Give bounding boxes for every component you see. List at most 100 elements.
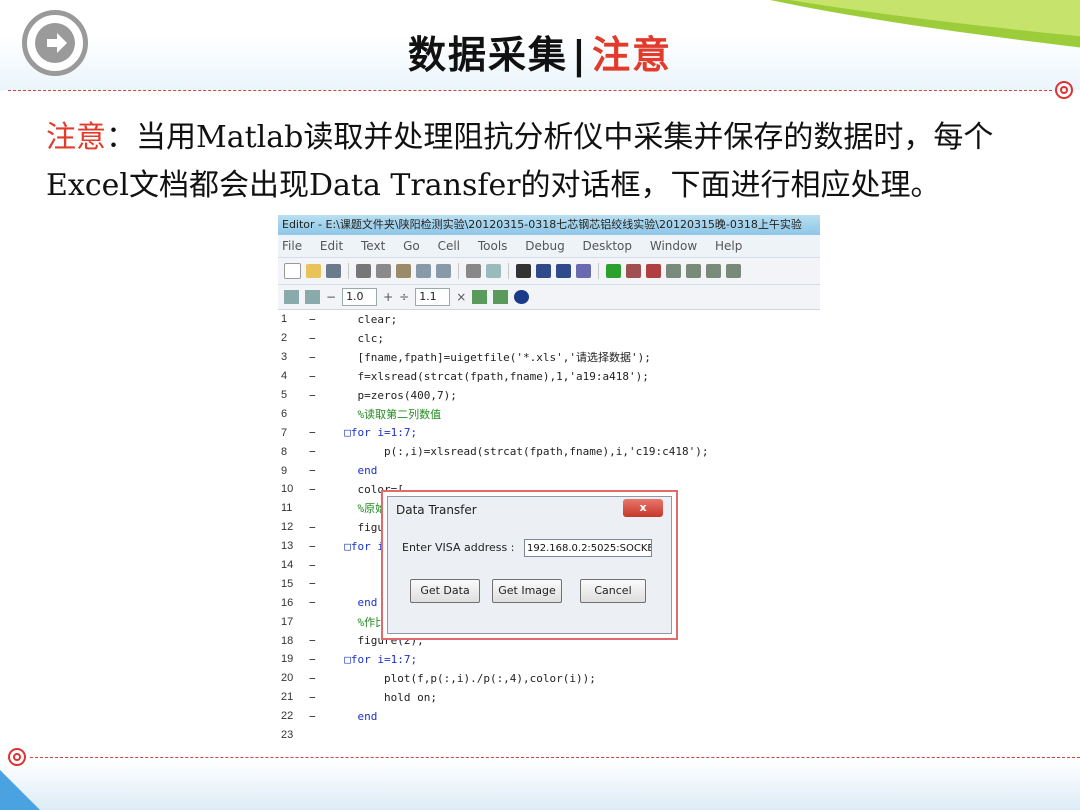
line-number: 13 xyxy=(281,540,294,553)
menu-edit[interactable]: Edit xyxy=(320,239,343,253)
code-line[interactable]: 7 − □for i=1:7; xyxy=(278,423,820,442)
code-line[interactable]: 5 − p=zeros(400,7); xyxy=(278,386,820,405)
get-image-button[interactable]: Get Image xyxy=(492,579,562,603)
toolbar-separator xyxy=(508,263,509,279)
code-line[interactable]: 4 − f=xlsread(strcat(fpath,fname),1,'a19:… xyxy=(278,367,820,386)
code-line[interactable]: 3 − [fname,fpath]=uigetfile('*.xls','请选择数… xyxy=(278,348,820,367)
uncomment-icon[interactable] xyxy=(493,290,509,304)
code-line[interactable]: 22 − end xyxy=(278,707,820,726)
line-marker: − xyxy=(309,520,316,534)
breakpoint-icon[interactable] xyxy=(626,264,641,278)
increment-button[interactable]: + xyxy=(383,290,393,304)
code-line[interactable]: 20 − plot(f,p(:,i)./p(:,4),color(i)); xyxy=(278,669,820,688)
data-transfer-dialog: Data Transfer x Enter VISA address : 192… xyxy=(381,490,678,640)
code-text: %读取第二列数值 xyxy=(331,407,442,421)
step-icon[interactable] xyxy=(666,264,681,278)
divide-button[interactable]: ÷ xyxy=(399,290,409,304)
slide-footer-background xyxy=(0,760,1080,810)
run-icon[interactable] xyxy=(606,264,621,278)
forward-arrow-icon[interactable] xyxy=(556,264,571,278)
continue-icon[interactable] xyxy=(726,264,741,278)
code-line[interactable]: 8 − p(:,i)=xlsread(strcat(fpath,fname),i,… xyxy=(278,442,820,461)
code-line[interactable]: 2 − clc; xyxy=(278,329,820,348)
menu-desktop[interactable]: Desktop xyxy=(583,239,633,253)
line-marker: − xyxy=(309,312,316,326)
dialog-title: Data Transfer xyxy=(396,503,477,517)
line-number: 5 xyxy=(281,389,288,401)
eval-cell-icon[interactable] xyxy=(305,290,320,304)
menu-debug[interactable]: Debug xyxy=(525,239,564,253)
line-number: 2 xyxy=(281,332,288,345)
visa-address-input[interactable]: 192.168.0.2:5025:SOCKET xyxy=(524,539,652,557)
line-number: 3 xyxy=(281,351,288,364)
dialog-close-button[interactable]: x xyxy=(623,499,663,517)
line-number: 20 xyxy=(281,672,294,685)
function-icon[interactable] xyxy=(576,264,591,278)
line-marker: − xyxy=(309,426,316,440)
menu-file[interactable]: File xyxy=(282,239,302,253)
code-text: end xyxy=(331,596,378,610)
code-text: clc; xyxy=(331,331,384,345)
toolbar-separator xyxy=(458,263,459,279)
open-folder-icon[interactable] xyxy=(306,264,321,278)
code-text: plot(f,p(:,i)./p(:,4),color(i)); xyxy=(331,671,596,685)
code-line[interactable]: 21 − hold on; xyxy=(278,688,820,707)
increment-value-field[interactable]: 1.0 xyxy=(342,288,378,306)
line-number: 7 xyxy=(281,426,288,439)
insert-cell-icon[interactable] xyxy=(284,290,299,304)
clear-breakpoints-icon[interactable] xyxy=(646,264,661,278)
cut-icon[interactable] xyxy=(356,264,371,278)
line-number: 23 xyxy=(281,729,294,740)
slide-body: 注意：当用Matlab读取并处理阻抗分析仪中采集并保存的数据时，每个Excel文… xyxy=(46,114,1046,210)
line-marker: − xyxy=(309,671,316,685)
code-line[interactable]: 1 − clear; xyxy=(278,310,820,329)
editor-title-bar: Editor - E:\课题文件夹\陕阳检测实验\20120315-0318七芯… xyxy=(278,215,820,235)
line-number: 19 xyxy=(281,653,294,666)
paste-icon[interactable] xyxy=(396,264,411,278)
code-text: □for i=1:7; xyxy=(331,426,418,440)
note-text: ：当用Matlab读取并处理阻抗分析仪中采集并保存的数据时，每个Excel文档都… xyxy=(46,120,994,203)
step-out-icon[interactable] xyxy=(706,264,721,278)
ring-icon xyxy=(1055,81,1073,99)
menu-cell[interactable]: Cell xyxy=(438,239,460,253)
undo-icon[interactable] xyxy=(416,264,431,278)
redo-icon[interactable] xyxy=(436,264,451,278)
header-divider xyxy=(8,90,1052,91)
code-text: end xyxy=(331,709,378,723)
step-in-icon[interactable] xyxy=(686,264,701,278)
line-marker: − xyxy=(309,350,316,364)
code-text: hold on; xyxy=(331,690,437,704)
menu-text[interactable]: Text xyxy=(361,239,385,253)
line-marker: − xyxy=(309,482,316,496)
comment-icon[interactable] xyxy=(472,290,488,304)
code-line[interactable]: 23 xyxy=(278,726,820,740)
help-icon[interactable] xyxy=(514,290,530,304)
find-files-icon[interactable] xyxy=(486,264,501,278)
save-icon[interactable] xyxy=(326,264,341,278)
code-text: clear; xyxy=(331,312,398,326)
cancel-button[interactable]: Cancel xyxy=(580,579,646,603)
code-text: [fname,fpath]=uigetfile('*.xls','请选择数据')… xyxy=(331,351,651,365)
toolbar-separator xyxy=(598,263,599,279)
menu-window[interactable]: Window xyxy=(650,239,697,253)
new-file-icon[interactable] xyxy=(284,263,301,279)
menu-go[interactable]: Go xyxy=(403,239,420,253)
code-line[interactable]: 6 %读取第二列数值 xyxy=(278,404,820,423)
scale-value-field[interactable]: 1.1 xyxy=(415,288,451,306)
print-icon[interactable] xyxy=(466,264,481,278)
code-line[interactable]: 9 − end xyxy=(278,461,820,480)
code-text: p=zeros(400,7); xyxy=(331,388,457,402)
menu-help[interactable]: Help xyxy=(715,239,742,253)
decrement-button[interactable]: − xyxy=(326,290,336,304)
binoculars-icon[interactable] xyxy=(516,264,531,278)
line-marker: − xyxy=(309,652,316,666)
get-data-button[interactable]: Get Data xyxy=(410,579,480,603)
line-number: 16 xyxy=(281,596,294,609)
slide-title: 数据采集 | 注意 xyxy=(0,24,1080,79)
multiply-button[interactable]: × xyxy=(456,290,466,304)
menu-tools[interactable]: Tools xyxy=(478,239,508,253)
back-arrow-icon[interactable] xyxy=(536,264,551,278)
line-number: 15 xyxy=(281,577,294,590)
code-line[interactable]: 19 − □for i=1:7; xyxy=(278,650,820,669)
copy-icon[interactable] xyxy=(376,264,391,278)
